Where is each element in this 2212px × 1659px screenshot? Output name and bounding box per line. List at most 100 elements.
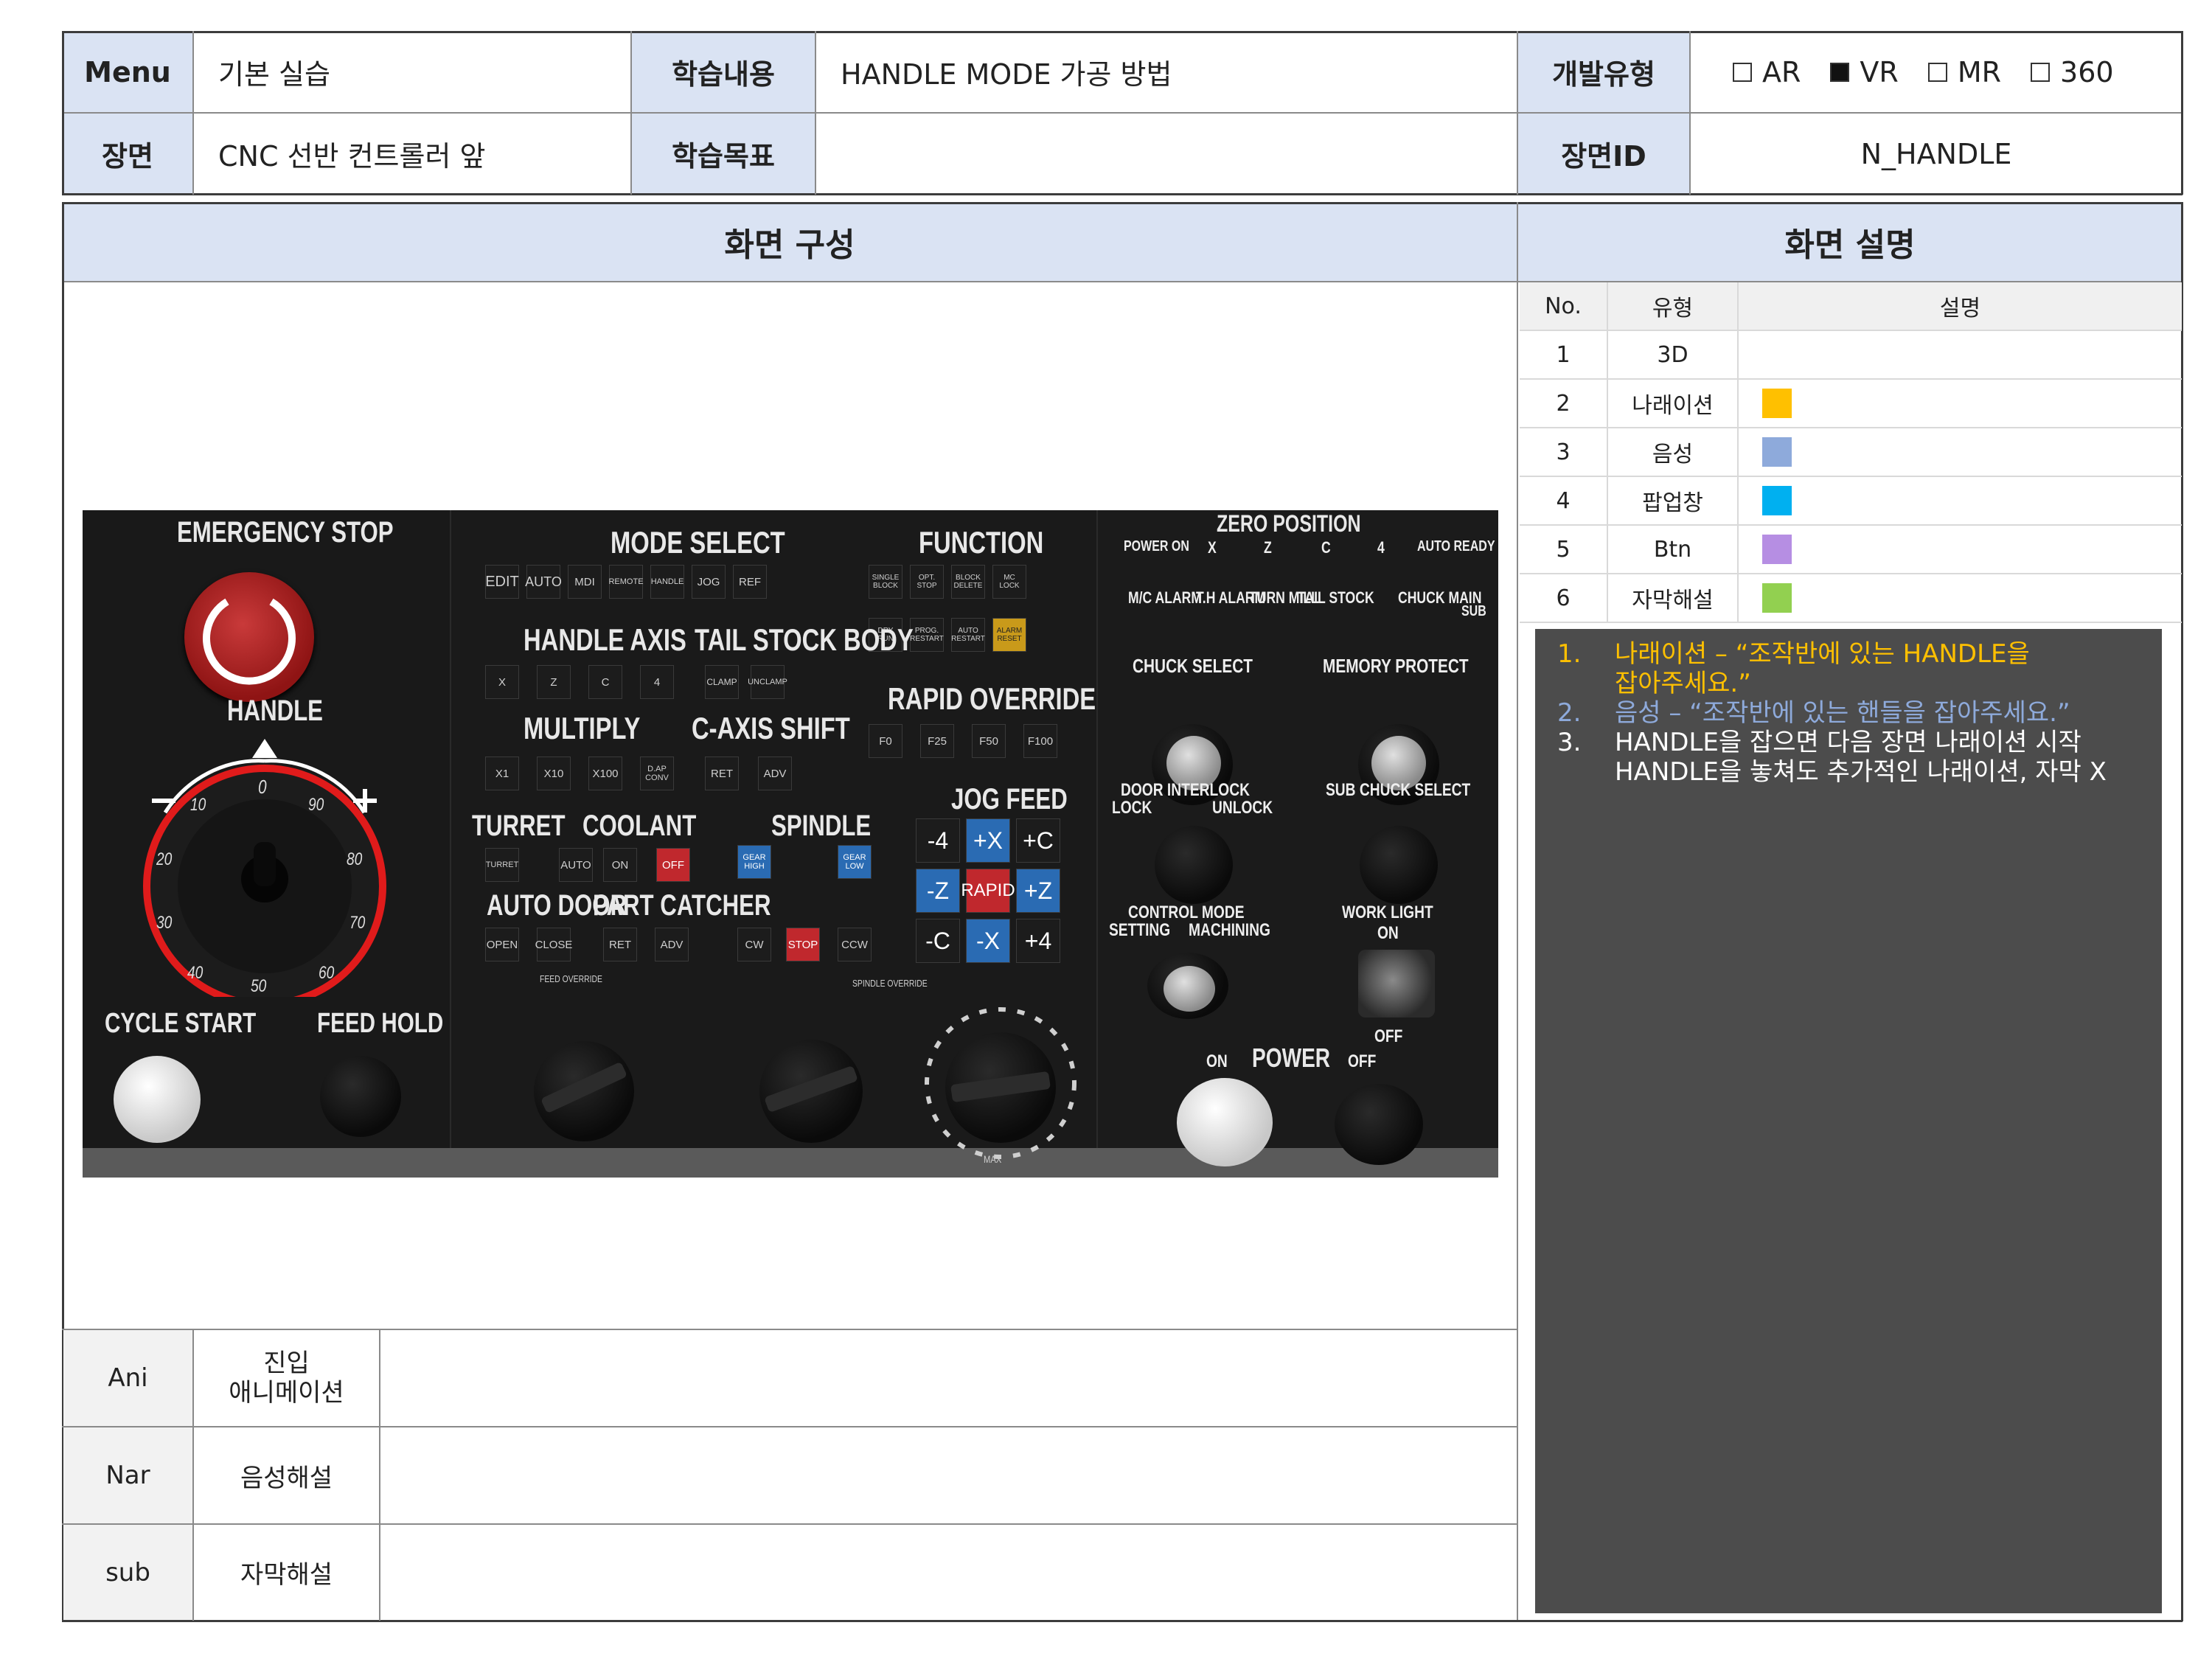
coolant-off-button[interactable]: OFF	[656, 848, 690, 882]
dial-mark: 40	[187, 963, 204, 983]
checkbox-icon	[2031, 62, 2051, 82]
spindle-cw-button[interactable]: CW	[737, 928, 771, 961]
item-line: HANDLE을 잡으면 다음 장면 나래이션 시작	[1615, 728, 2081, 757]
legend-header-desc: 설명	[1939, 296, 1981, 321]
cycle-start-button[interactable]	[114, 1056, 201, 1143]
mode-auto-button[interactable]: AUTO	[525, 565, 562, 599]
mode-ref-button[interactable]: REF	[733, 565, 767, 599]
jog-plus-z-button[interactable]: +Z	[1016, 869, 1060, 913]
devtype-ar[interactable]: AR	[1733, 56, 1801, 88]
jog-minus-z-button[interactable]: -Z	[916, 869, 960, 913]
gear-high-button[interactable]: GEAR HIGH	[737, 845, 771, 879]
multiply-x1-button[interactable]: X1	[485, 757, 519, 790]
ani-label-text: 진입 애니메이션	[229, 1349, 344, 1408]
turret-label: TURRET	[472, 810, 566, 842]
c-axis-adv-button[interactable]: ADV	[758, 757, 792, 790]
power-on-button[interactable]	[1177, 1078, 1273, 1166]
multiply-x100-button[interactable]: X100	[588, 757, 622, 790]
ani-value[interactable]	[380, 1330, 1517, 1426]
door-open-button[interactable]: OPEN	[485, 928, 519, 961]
door-close-button[interactable]: CLOSE	[535, 928, 572, 961]
spindle-ccw-button[interactable]: CCW	[838, 928, 872, 961]
turret-button[interactable]: TURRET	[485, 848, 519, 882]
legend-type: 음성	[1608, 428, 1739, 476]
dial-mark: 10	[190, 795, 206, 815]
multiply-x10-button[interactable]: X10	[537, 757, 571, 790]
prog-restart-button[interactable]: PROG. RESTART	[910, 618, 944, 652]
single-block-button[interactable]: SINGLE BLOCK	[869, 565, 902, 599]
dial-mark: 20	[156, 849, 173, 869]
jog-minus-c-button[interactable]: -C	[916, 919, 960, 963]
nar-value[interactable]	[380, 1427, 1517, 1523]
spindle-label: SPINDLE	[771, 810, 872, 842]
power-on-label: POWER ON	[1124, 538, 1189, 554]
dial-mark: 60	[319, 963, 335, 983]
ani-label: 진입 애니메이션	[194, 1330, 379, 1426]
jog-minus-4-button[interactable]: -4	[916, 818, 960, 863]
legend-type: 팝업창	[1608, 477, 1739, 524]
tail-unclamp-button[interactable]: UNCLAMP	[748, 665, 787, 699]
block-delete-button[interactable]: BLOCK DELETE	[951, 565, 985, 599]
control-mode-lever-icon	[1164, 966, 1215, 1012]
axis-x-button[interactable]: X	[485, 665, 519, 699]
rapid-f25-button[interactable]: F25	[920, 724, 954, 758]
rapid-f0-button[interactable]: F0	[869, 724, 902, 758]
jog-plus-c-button[interactable]: +C	[1016, 818, 1060, 863]
mode-jog-button[interactable]: JOG	[692, 565, 726, 599]
jog-rapid-button[interactable]: RAPID	[961, 869, 1015, 913]
legend-row: 3 음성	[1520, 428, 2182, 477]
alarm-reset-button[interactable]: ALARM RESET	[992, 618, 1026, 652]
jog-plus-x-button[interactable]: +X	[966, 818, 1010, 863]
mode-edit-button[interactable]: EDIT	[485, 565, 519, 599]
item-text: 나래이션 – “조작반에 있는 HANDLE을 잡아주세요.”	[1615, 639, 2030, 698]
tail-clamp-button[interactable]: CLAMP	[705, 665, 739, 699]
opt-stop-button[interactable]: OPT. STOP	[910, 565, 944, 599]
jog-minus-x-button[interactable]: -X	[966, 919, 1010, 963]
coolant-on-button[interactable]: ON	[603, 848, 637, 882]
devtype-360[interactable]: 360	[2031, 56, 2114, 88]
dap-conv-button[interactable]: D.AP CONV	[640, 757, 674, 790]
mode-handle-button[interactable]: HANDLE	[650, 565, 684, 599]
coolant-auto-button[interactable]: AUTO	[559, 848, 593, 882]
legend-desc	[1739, 477, 2182, 524]
power-off-button[interactable]	[1335, 1084, 1423, 1165]
legend-desc	[1739, 428, 2182, 476]
color-swatch	[1762, 389, 1792, 418]
sub-key: sub	[63, 1525, 192, 1620]
axis-c-button[interactable]: C	[588, 665, 622, 699]
auto-restart-button[interactable]: AUTO RESTART	[951, 618, 985, 652]
power-label: POWER	[1252, 1043, 1331, 1073]
catcher-adv-button[interactable]: ADV	[655, 928, 689, 961]
axis-4-button[interactable]: 4	[640, 665, 674, 699]
work-light-on-label: ON	[1377, 923, 1399, 943]
devtype-vr[interactable]: VR	[1830, 56, 1899, 88]
coolant-label: COOLANT	[582, 810, 697, 842]
devtype-options: AR VR MR 360	[1690, 31, 2183, 113]
sub-chuck-knob[interactable]	[1360, 826, 1438, 904]
tail-stock-status-label: TAIL STOCK	[1298, 588, 1374, 607]
mc-lock-button[interactable]: MC LOCK	[992, 565, 1026, 599]
axis-z-button[interactable]: Z	[537, 665, 571, 699]
gear-low-button[interactable]: GEAR LOW	[838, 845, 872, 879]
work-light-switch[interactable]	[1358, 950, 1435, 1018]
multiply-label: MULTIPLY	[524, 711, 641, 745]
devtype-mr[interactable]: MR	[1927, 56, 2001, 88]
catcher-ret-button[interactable]: RET	[603, 928, 637, 961]
emergency-stop-button[interactable]	[184, 572, 314, 702]
door-interlock-knob[interactable]	[1155, 826, 1233, 904]
jog-plus-4-button[interactable]: +4	[1016, 919, 1060, 963]
legend-no: 5	[1520, 526, 1608, 573]
sub-value[interactable]	[380, 1525, 1517, 1620]
rapid-f50-button[interactable]: F50	[972, 724, 1006, 758]
dial-mark: 80	[347, 849, 363, 869]
scene-value: CNC 선반 컨트롤러 앞	[218, 140, 486, 173]
dial-mark: 90	[308, 795, 324, 815]
mode-remote-button[interactable]: REMOTE	[608, 565, 644, 599]
spindle-stop-button[interactable]: STOP	[786, 928, 820, 961]
sceneid-label: 장면ID	[1517, 113, 1690, 195]
rapid-f100-button[interactable]: F100	[1023, 724, 1057, 758]
feed-hold-button[interactable]	[320, 1056, 401, 1137]
c-axis-ret-button[interactable]: RET	[705, 757, 739, 790]
item-number: 3.	[1557, 728, 1582, 757]
mode-mdi-button[interactable]: MDI	[568, 565, 602, 599]
